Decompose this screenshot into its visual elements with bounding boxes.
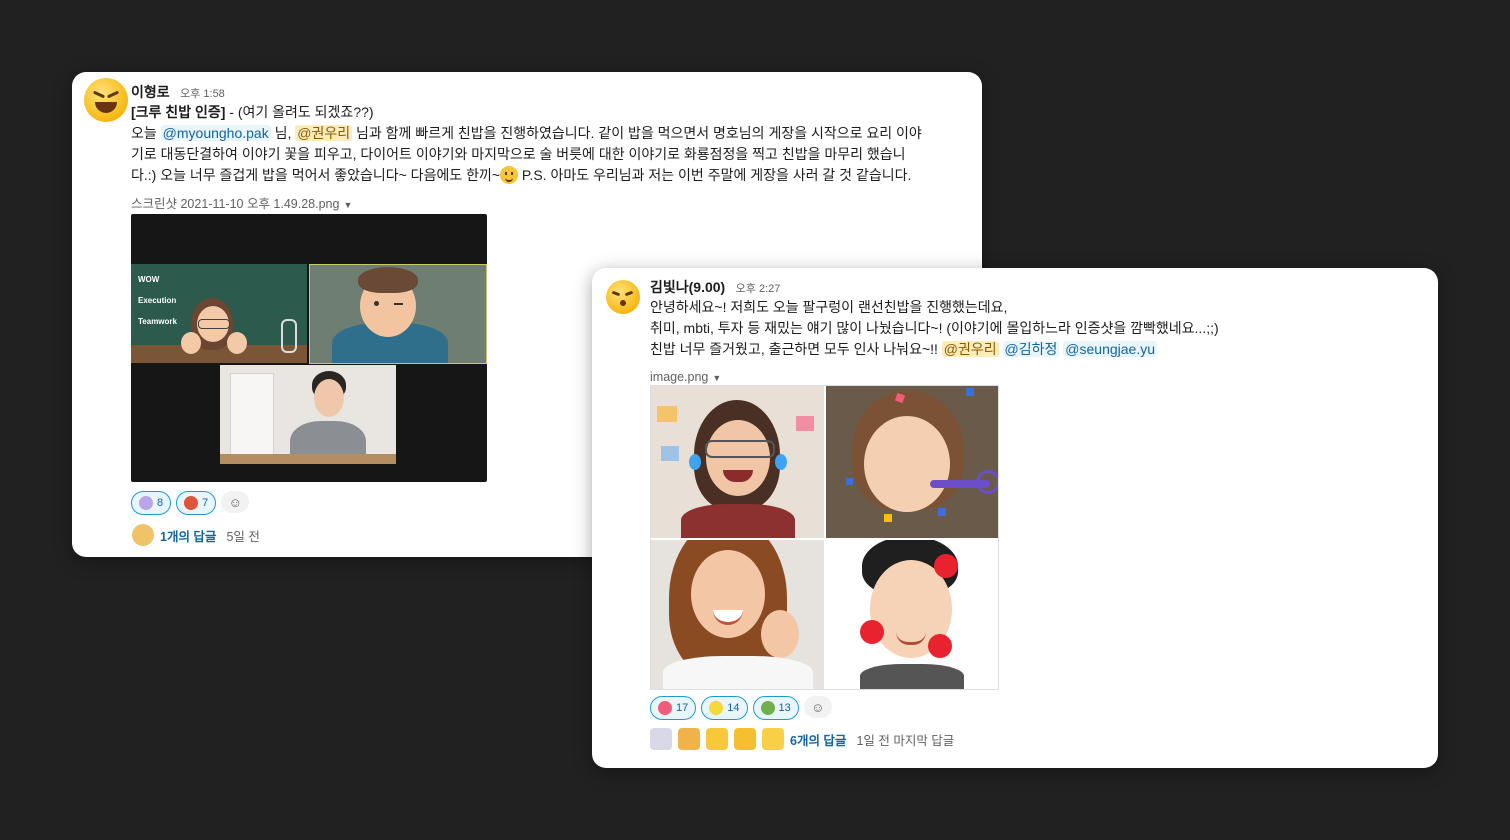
- replier-avatar-sunglasses: [734, 728, 756, 750]
- replier-avatar-ghost: [650, 728, 672, 750]
- memoji-tile-3: [651, 540, 824, 689]
- reaction-snake[interactable]: 13: [752, 696, 799, 720]
- slide-text: WOW Execution Teamwork: [138, 269, 177, 332]
- file-name[interactable]: image.png: [650, 370, 708, 384]
- memoji-collage-image[interactable]: [650, 385, 999, 690]
- slide-line: Teamwork: [138, 317, 177, 326]
- author-avatar-laughing-emoji[interactable]: [84, 78, 128, 122]
- text-segment: 친밥 너무 즐거웠고, 출근하면 모두 인사 나눠요~!!: [650, 341, 942, 357]
- message-text-line-3: 친밥 너무 즐거웠고, 출근하면 모두 인사 나눠요~!! @권우리 @김하정 …: [650, 339, 1219, 360]
- mention-kwonwoori[interactable]: @권우리: [941, 341, 999, 357]
- author-name[interactable]: 김빛나(9.00): [650, 279, 725, 295]
- replies-meta: 5일 전: [226, 529, 260, 544]
- reaction-count: 13: [778, 702, 791, 714]
- reaction-bar-1: 8 7 ☺: [131, 491, 250, 515]
- text-segment: 다.:) 오늘 너무 즐겁게 밥을 먹어서 좋았습니다~ 다음에도 한끼~: [131, 167, 501, 183]
- video-tile-2: [309, 264, 487, 364]
- reaction-count: 17: [676, 702, 689, 714]
- mention-seungjae[interactable]: @seungjae.yu: [1063, 341, 1158, 357]
- pikachu-icon: [709, 701, 724, 715]
- reaction-crab[interactable]: 7: [176, 491, 217, 515]
- crab-icon: [184, 496, 199, 510]
- message-title-line: [크루 친밥 인증] - (여기 올려도 되겠죠??): [131, 102, 922, 123]
- memoji-tile-4: [826, 540, 998, 689]
- text-segment: 님과 함께 빠르게 친밥을 진행하였습니다. 같이 밥을 먹으면서 명호님의 게…: [352, 125, 922, 141]
- replies-meta: 1일 전 마지막 답글: [856, 733, 955, 748]
- thread-summary-2[interactable]: 6개의 답글 1일 전 마지막 답글: [650, 728, 954, 750]
- text-segment: P.S. 아마도 우리님과 저는 이번 주말에 게장을 사러 갈 것 같습니다.: [518, 167, 912, 183]
- replies-link[interactable]: 1개의 답글: [160, 526, 216, 545]
- reaction-pikachu[interactable]: 14: [701, 696, 748, 720]
- replier-avatar-joy: [706, 728, 728, 750]
- message-body-2: 김빛나(9.00) 오후 2:27 안녕하세요~! 저희도 오늘 팔구렁이 랜선…: [650, 277, 1219, 386]
- video-tile-3: [220, 365, 396, 464]
- chevron-down-icon[interactable]: ▼: [343, 200, 352, 210]
- reaction-count: 14: [727, 702, 740, 714]
- replier-avatar-tiger: [678, 728, 700, 750]
- add-emoji-icon: ☺: [228, 494, 242, 510]
- file-header: 스크린샷 2021-11-10 오후 1.49.28.png ▼: [131, 193, 922, 213]
- snake-icon: [760, 701, 775, 715]
- screenshot-image[interactable]: WOW Execution Teamwork: [131, 214, 487, 482]
- message-text-line-2: 기로 대동단결하여 이야기 꽃을 피우고, 다이어트 이야기와 마지막으로 술 …: [131, 146, 906, 162]
- file-name[interactable]: 스크린샷 2021-11-10 오후 1.49.28.png: [131, 197, 339, 211]
- message-text-line-3: 다.:) 오늘 너무 즐겁게 밥을 먹어서 좋았습니다~ 다음에도 한끼~ P.…: [131, 165, 922, 186]
- chevron-down-icon[interactable]: ▼: [712, 373, 721, 383]
- message-text-line-1: 안녕하세요~! 저희도 오늘 팔구렁이 랜선친밥을 진행했는데요,: [650, 299, 1008, 315]
- message-title: [크루 친밥 인증]: [131, 104, 226, 120]
- message-text-line-1: 오늘 @myoungho.pak 님, @권우리 님과 함께 빠르게 친밥을 진…: [131, 123, 922, 144]
- message-card-2: 김빛나(9.00) 오후 2:27 안녕하세요~! 저희도 오늘 팔구렁이 랜선…: [592, 268, 1438, 768]
- author-name[interactable]: 이형로: [131, 84, 170, 100]
- cat-face-icon: [139, 496, 153, 510]
- text-segment: 오늘: [131, 125, 161, 141]
- mention-kimhajeong[interactable]: @김하정: [1002, 341, 1060, 357]
- memoji-tile-1: [651, 386, 824, 538]
- replier-avatar: [132, 524, 154, 546]
- author-avatar-kissing-emoji[interactable]: [606, 280, 640, 314]
- reaction-bar-2: 17 14 13 ☺: [650, 696, 832, 720]
- thread-summary-1[interactable]: 1개의 답글 5일 전: [132, 524, 260, 546]
- message-timestamp[interactable]: 오후 2:27: [736, 283, 781, 295]
- text-segment: 님,: [270, 125, 296, 141]
- memoji-tile-2: [826, 386, 998, 538]
- reaction-count: 8: [157, 497, 164, 509]
- message-timestamp[interactable]: 오후 1:58: [180, 88, 225, 100]
- slide-line: WOW: [138, 275, 160, 284]
- file-header: image.png ▼: [650, 368, 1219, 386]
- replies-link[interactable]: 6개의 답글: [790, 730, 846, 749]
- message-title-rest: - (여기 올려도 되겠죠??): [225, 104, 374, 120]
- message-body-1: 이형로 오후 1:58 [크루 친밥 인증] - (여기 올려도 되겠죠??) …: [131, 82, 922, 213]
- add-reaction-button[interactable]: ☺: [221, 491, 250, 513]
- slide-line: Execution: [138, 296, 177, 305]
- video-tile-1: WOW Execution Teamwork: [131, 264, 307, 363]
- slightly-smiling-face-icon: [500, 166, 519, 184]
- mention-kwonwoori[interactable]: @권우리: [295, 125, 353, 141]
- mention-myoungho[interactable]: @myoungho.pak: [160, 125, 271, 141]
- add-reaction-button[interactable]: ☺: [803, 696, 832, 718]
- reaction-heart-eyes[interactable]: 17: [650, 696, 697, 720]
- heart-eyes-icon: [658, 701, 672, 715]
- reaction-cat-face[interactable]: 8: [131, 491, 172, 515]
- add-emoji-icon: ☺: [811, 699, 825, 715]
- reaction-count: 7: [202, 497, 209, 509]
- replier-avatar-tongue: [762, 728, 784, 750]
- message-text-line-2: 취미, mbti, 투자 등 재밌는 얘기 많이 나눴습니다~! (이야기에 몰…: [650, 320, 1219, 336]
